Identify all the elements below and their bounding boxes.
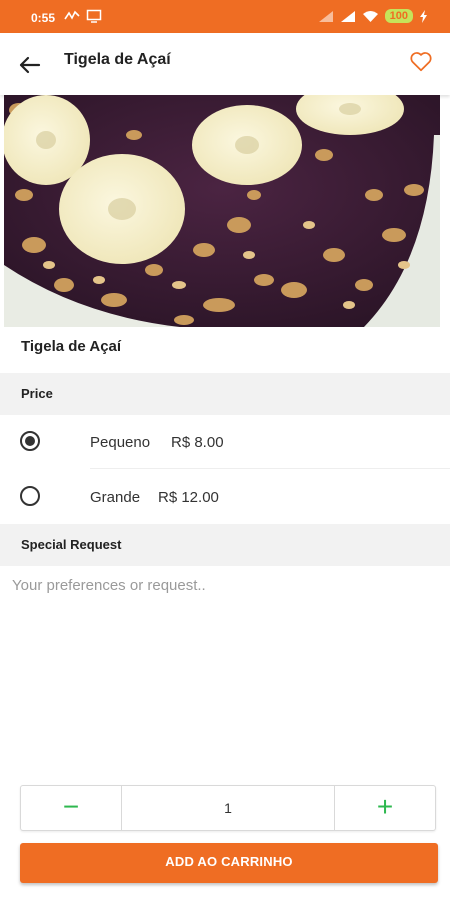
activity-icon (64, 10, 80, 20)
battery-icon: 100 (384, 9, 413, 23)
option-label: Pequeno (90, 434, 151, 451)
price-section-header: Price (0, 373, 450, 415)
status-left-icons (64, 9, 102, 23)
back-button[interactable] (15, 50, 45, 80)
radio-button-checked[interactable] (20, 431, 40, 451)
product-image (4, 95, 440, 327)
status-right-icons: 100 (318, 9, 428, 23)
increase-quantity-button[interactable]: + (334, 786, 435, 830)
option-price: R$ 12.00 (158, 489, 219, 506)
app-bar: Tigela de Açaí (0, 33, 450, 95)
status-time: 0:55 (31, 11, 56, 25)
heart-outline-icon (410, 52, 432, 72)
quantity-value: 1 (224, 800, 232, 816)
option-price: R$ 8.00 (171, 434, 224, 451)
add-to-cart-button[interactable]: ADD AO CARRINHO (20, 843, 438, 883)
wifi-icon (362, 10, 378, 22)
special-request-label: Special Request (21, 537, 122, 552)
product-title: Tigela de Açaí (21, 338, 122, 355)
signal-icon (340, 10, 355, 22)
option-label: Grande (90, 489, 141, 506)
signal-icon (318, 10, 333, 22)
status-bar: 0:55 100 (0, 0, 450, 33)
price-option-grande[interactable]: Grande R$ 12.00 (0, 470, 450, 524)
special-request-header: Special Request (0, 524, 450, 566)
arrow-left-icon (19, 56, 41, 74)
special-request-input[interactable] (12, 572, 432, 598)
radio-button-unchecked[interactable] (20, 486, 40, 506)
decrease-quantity-button[interactable]: − (21, 786, 122, 830)
quantity-stepper: − 1 + (20, 785, 436, 831)
option-divider (90, 468, 450, 469)
charging-icon (420, 9, 427, 23)
acai-bowl-illustration (4, 95, 440, 327)
cast-icon (86, 9, 102, 23)
price-option-pequeno[interactable]: Pequeno R$ 8.00 (0, 415, 450, 469)
favorite-button[interactable] (408, 48, 434, 74)
page-title: Tigela de Açaí (64, 51, 171, 68)
price-header-label: Price (21, 386, 53, 401)
